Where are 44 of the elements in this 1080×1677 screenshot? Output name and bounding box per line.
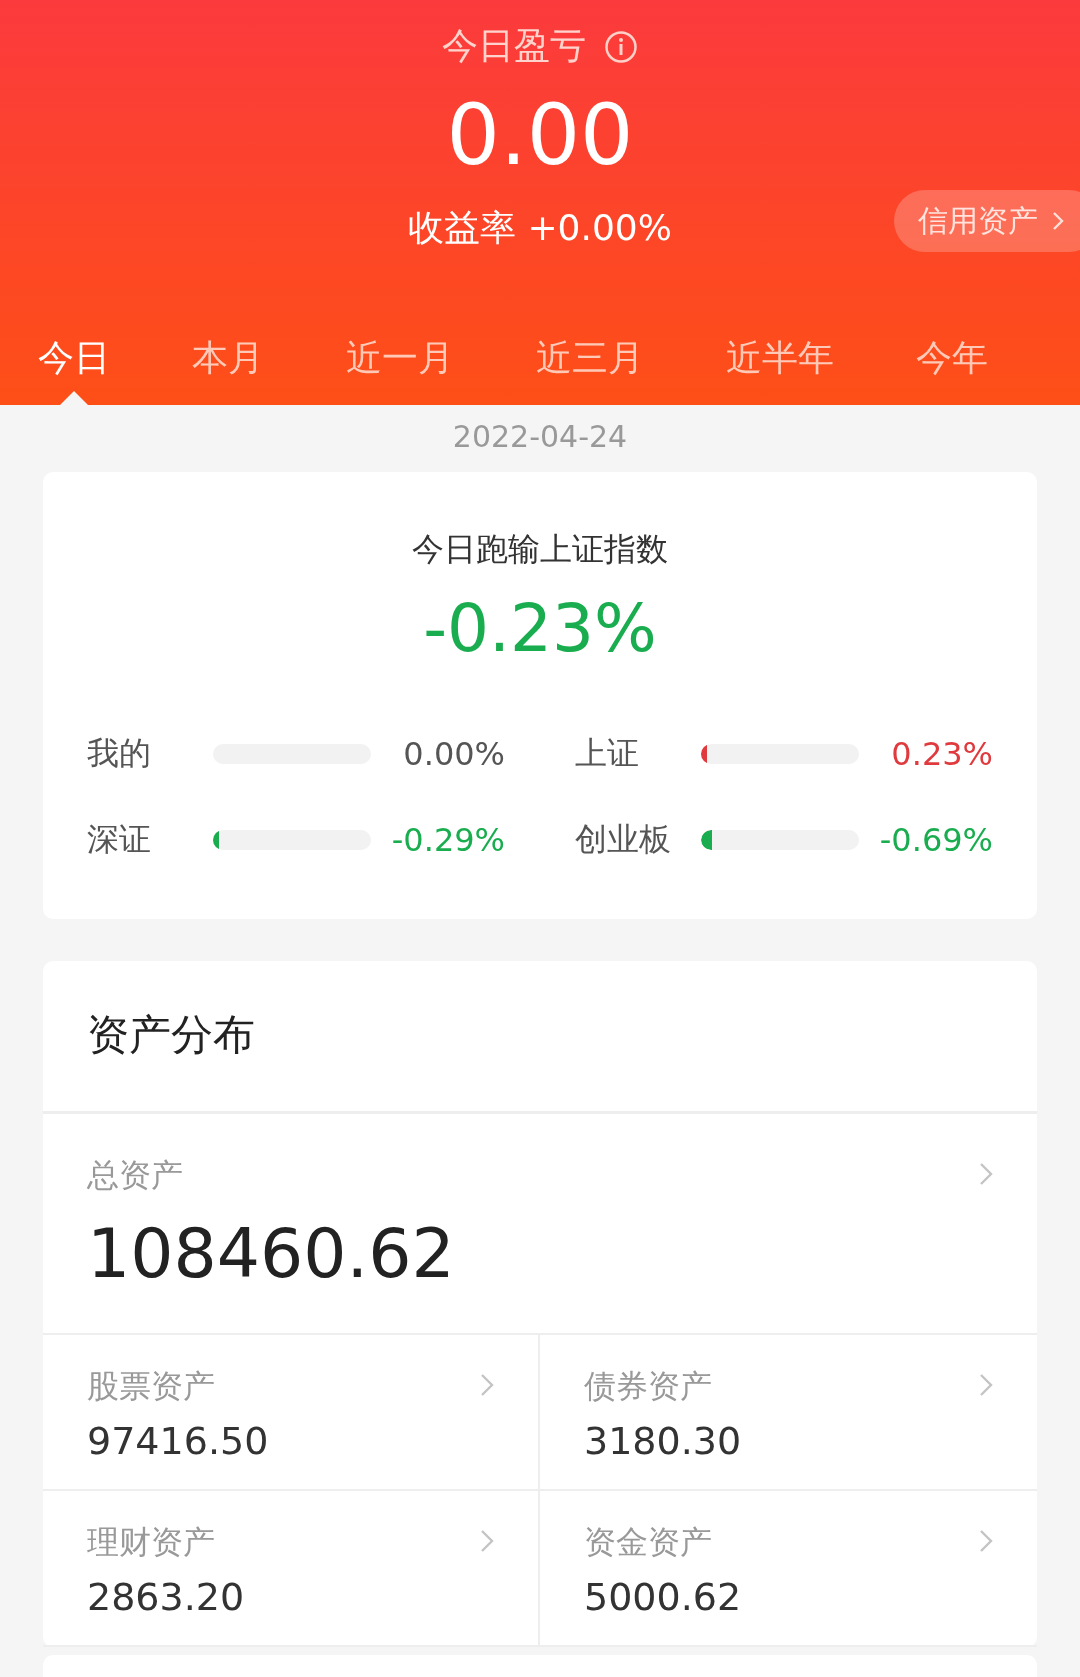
total-assets-label: 总资产 bbox=[87, 1155, 184, 1196]
header-title: 今日盈亏 bbox=[442, 24, 586, 68]
asset-label: 理财资产 bbox=[87, 1522, 216, 1563]
asset-cell[interactable]: 股票资产 97416.50 bbox=[43, 1335, 540, 1491]
period-tab[interactable]: 本月 bbox=[170, 334, 286, 405]
period-tab[interactable]: 今日 bbox=[16, 334, 132, 405]
asset-label: 股票资产 bbox=[87, 1366, 216, 1407]
total-assets-row[interactable]: 总资产 108460.62 bbox=[43, 1114, 1037, 1335]
index-name: 我的 bbox=[87, 733, 152, 774]
period-tab[interactable]: 今年 bbox=[894, 334, 1010, 405]
comparison-value: -0.23% bbox=[423, 590, 657, 667]
info-icon[interactable] bbox=[604, 29, 638, 64]
credit-assets-button[interactable]: 信用资产 bbox=[894, 190, 1080, 252]
asset-cell[interactable]: 债券资产 3180.30 bbox=[540, 1335, 1037, 1491]
chevron-right-icon bbox=[979, 1373, 993, 1397]
asset-cell[interactable]: 理财资产 2863.20 bbox=[43, 1491, 540, 1647]
period-tab[interactable]: 近一月 bbox=[324, 334, 476, 405]
asset-cell[interactable]: 资金资产 5000.62 bbox=[540, 1491, 1037, 1647]
index-name: 深证 bbox=[87, 819, 152, 860]
period-tab[interactable]: 近半年 bbox=[704, 334, 856, 405]
asset-label: 资金资产 bbox=[584, 1522, 713, 1563]
chevron-right-icon bbox=[480, 1373, 494, 1397]
asset-label: 债券资产 bbox=[584, 1366, 713, 1407]
asset-value: 5000.62 bbox=[584, 1575, 742, 1619]
asset-value: 97416.50 bbox=[87, 1419, 269, 1463]
date-label: 2022-04-24 bbox=[451, 418, 629, 456]
chevron-right-icon bbox=[480, 1529, 494, 1553]
total-assets-value: 108460.62 bbox=[87, 1214, 455, 1293]
asset-value: 2863.20 bbox=[87, 1575, 245, 1619]
index-change: 0.23% bbox=[890, 735, 993, 773]
profit-amount: 0.00 bbox=[446, 87, 634, 184]
comparison-title: 今日跑输上证指数 bbox=[412, 529, 668, 570]
chevron-right-icon bbox=[979, 1529, 993, 1553]
yield-rate: 收益率 +0.00% bbox=[408, 205, 672, 250]
index-name: 创业板 bbox=[575, 819, 672, 860]
assets-title: 资产分布 bbox=[43, 961, 1037, 1114]
index-change: -0.29% bbox=[390, 821, 505, 859]
index-change: -0.69% bbox=[878, 821, 993, 859]
index-change: 0.00% bbox=[402, 735, 505, 773]
period-tab[interactable]: 近三月 bbox=[514, 334, 666, 405]
chevron-right-icon bbox=[1052, 211, 1064, 231]
index-name: 上证 bbox=[575, 733, 640, 774]
chevron-right-icon bbox=[979, 1162, 993, 1186]
asset-value: 3180.30 bbox=[584, 1419, 742, 1463]
